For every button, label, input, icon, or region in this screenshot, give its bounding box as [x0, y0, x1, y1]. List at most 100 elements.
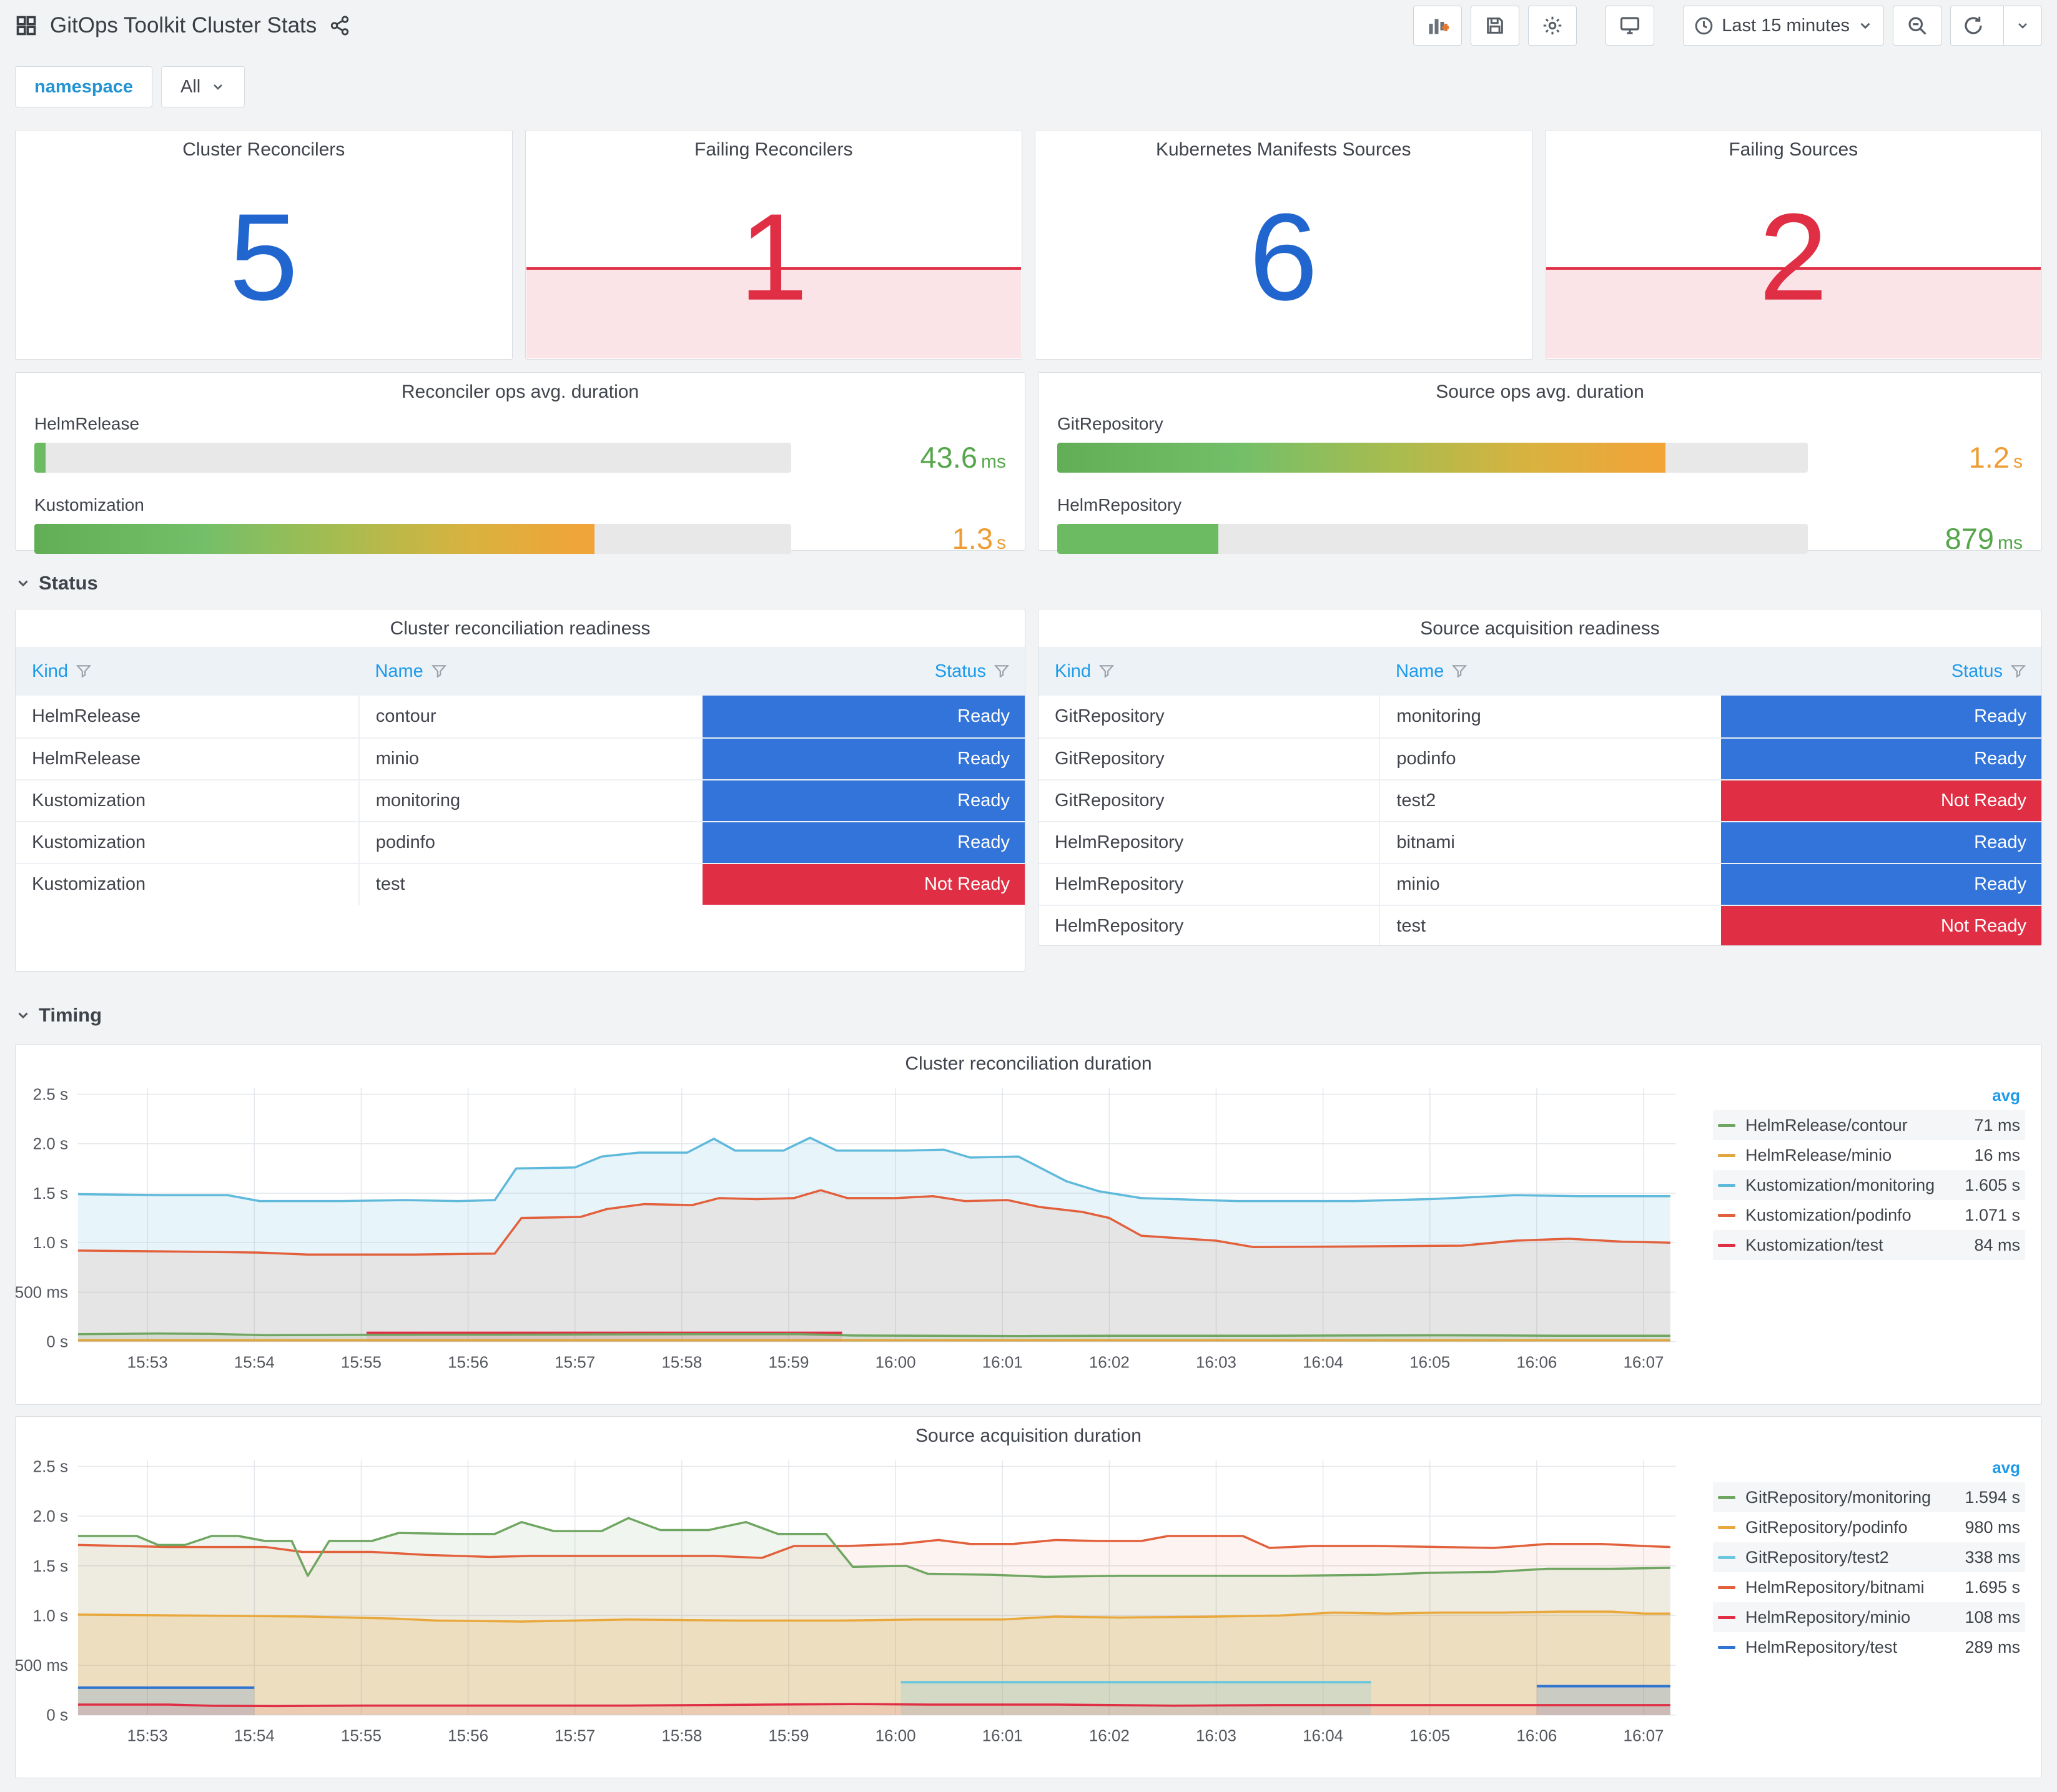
- series-avg-value: 1.071 s: [1965, 1205, 2020, 1224]
- gauge-fill: [34, 442, 46, 473]
- section-status[interactable]: Status: [15, 572, 98, 594]
- column-header-name[interactable]: Name: [1379, 647, 1720, 696]
- cell-name: monitoring: [358, 780, 701, 821]
- refresh-interval-chevron[interactable]: [2003, 6, 2041, 45]
- legend-item[interactable]: HelmRepository/test 289 ms: [1713, 1632, 2025, 1662]
- stat-panel-title: Failing Sources: [1729, 139, 1858, 160]
- cell-name: minio: [358, 739, 701, 779]
- table-row[interactable]: HelmRepository bitnami Ready: [1038, 821, 2041, 863]
- legend-avg-header[interactable]: avg: [1713, 1455, 2025, 1482]
- section-timing[interactable]: Timing: [15, 1004, 102, 1026]
- namespace-variable-value[interactable]: All: [161, 66, 245, 107]
- zoom-out-icon: [1908, 17, 1926, 35]
- monitor-icon: [1620, 17, 1640, 34]
- table-row[interactable]: HelmRepository minio Ready: [1038, 863, 2041, 905]
- table-row[interactable]: Kustomization monitoring Ready: [16, 779, 1025, 821]
- filter-funnel-icon: [1452, 665, 1468, 678]
- series-color-dash: [1718, 1615, 1735, 1619]
- time-range-label: Last 15 minutes: [1722, 15, 1850, 36]
- cell-kind: GitRepository: [1055, 706, 1165, 726]
- cell-status: Ready: [1720, 739, 2041, 779]
- dashboard-settings-button[interactable]: [1528, 6, 1577, 46]
- legend-item[interactable]: Kustomization/monitoring 1.605 s: [1713, 1170, 2025, 1200]
- legend-item[interactable]: Kustomization/podinfo 1.071 s: [1713, 1200, 2025, 1230]
- gauge-fill: [34, 523, 594, 554]
- stat-panel: Failing Reconcilers 1: [525, 130, 1022, 360]
- legend-item[interactable]: HelmRepository/minio 108 ms: [1713, 1602, 2025, 1632]
- column-header-status[interactable]: Status: [702, 647, 1025, 696]
- svg-text:15:54: 15:54: [234, 1353, 275, 1372]
- refresh-icon[interactable]: [1951, 6, 1996, 45]
- svg-text:2.0 s: 2.0 s: [33, 1135, 68, 1153]
- svg-text:15:56: 15:56: [448, 1726, 488, 1745]
- namespace-variable-label[interactable]: namespace: [15, 66, 152, 107]
- zoom-out-button[interactable]: [1893, 6, 1941, 46]
- cell-kind: Kustomization: [32, 832, 146, 852]
- stat-panel: Kubernetes Manifests Sources 6: [1035, 130, 1532, 360]
- table-row[interactable]: Kustomization test Not Ready: [16, 863, 1025, 905]
- table-row[interactable]: HelmRelease minio Ready: [16, 737, 1025, 779]
- series-avg-value: 1.695 s: [1965, 1577, 2020, 1597]
- add-panel-button[interactable]: [1413, 6, 1463, 46]
- share-icon[interactable]: [329, 15, 350, 36]
- cell-name: test2: [1379, 780, 1719, 821]
- svg-text:1.5 s: 1.5 s: [33, 1557, 68, 1575]
- cycle-view-button[interactable]: [1606, 6, 1655, 46]
- legend-item[interactable]: HelmRelease/contour 71 ms: [1713, 1110, 2025, 1140]
- timeseries-panel: 0 s 500 ms 1.0 s 1.5 s 2.0 s 2.5 s 15:53 15:54 1…: [15, 1416, 2042, 1778]
- cell-name: monitoring: [1379, 696, 1719, 737]
- svg-text:16:01: 16:01: [982, 1353, 1023, 1372]
- stat-value: 6: [1249, 187, 1318, 326]
- column-header-kind[interactable]: Kind: [16, 647, 358, 696]
- dashboard-grid-icon[interactable]: [15, 14, 37, 37]
- cell-name: test: [358, 864, 701, 905]
- stat-value: 5: [229, 187, 298, 326]
- gauge-value: 1.2 s: [1968, 441, 2023, 474]
- add-panel-icon: [1429, 19, 1449, 34]
- svg-text:16:07: 16:07: [1624, 1726, 1664, 1745]
- filter-funnel-icon: [76, 665, 92, 678]
- save-dashboard-button[interactable]: [1471, 6, 1520, 46]
- cell-status: Not Ready: [1720, 780, 2041, 821]
- cell-name: test: [1379, 906, 1719, 945]
- legend-item[interactable]: Kustomization/test 84 ms: [1713, 1230, 2025, 1260]
- table-row[interactable]: GitRepository monitoring Ready: [1038, 696, 2041, 737]
- series-color-dash: [1718, 1153, 1735, 1157]
- legend-item[interactable]: HelmRepository/bitnami 1.695 s: [1713, 1572, 2025, 1602]
- table-row[interactable]: GitRepository test2 Not Ready: [1038, 779, 2041, 821]
- svg-text:15:53: 15:53: [127, 1353, 168, 1372]
- cell-kind: Kustomization: [32, 790, 146, 810]
- series-color-dash: [1718, 1645, 1735, 1649]
- svg-text:15:55: 15:55: [341, 1353, 382, 1372]
- svg-text:16:00: 16:00: [876, 1726, 916, 1745]
- table-row[interactable]: HelmRepository test Not Ready: [1038, 905, 2041, 945]
- chart-legend: avg GitRepository/monitoring 1.594 s Git…: [1713, 1455, 2025, 1662]
- table-row[interactable]: Kustomization podinfo Ready: [16, 821, 1025, 863]
- stat-panel-title: Failing Reconcilers: [694, 139, 853, 160]
- legend-item[interactable]: GitRepository/test2 338 ms: [1713, 1542, 2025, 1572]
- table-row[interactable]: HelmRelease contour Ready: [16, 696, 1025, 737]
- table-row[interactable]: GitRepository podinfo Ready: [1038, 737, 2041, 779]
- stat-value: 1: [739, 187, 808, 326]
- gauge-value: 43.6 ms: [920, 441, 1006, 474]
- legend-item[interactable]: HelmRelease/minio 16 ms: [1713, 1140, 2025, 1170]
- legend-avg-header[interactable]: avg: [1713, 1083, 2025, 1110]
- filter-funnel-icon: [431, 665, 446, 678]
- gauge-row: HelmRepository 879 ms: [1057, 495, 2023, 556]
- column-header-kind[interactable]: Kind: [1038, 647, 1379, 696]
- chevron-down-icon: [18, 1012, 28, 1019]
- series-color-dash: [1718, 1123, 1735, 1127]
- cell-name: contour: [358, 696, 701, 737]
- column-header-name[interactable]: Name: [358, 647, 701, 696]
- legend-item[interactable]: GitRepository/podinfo 980 ms: [1713, 1512, 2025, 1542]
- cell-kind: Kustomization: [32, 874, 146, 894]
- chart-panel-title: Cluster reconciliation duration: [905, 1053, 1152, 1074]
- svg-text:15:59: 15:59: [768, 1726, 809, 1745]
- column-header-status[interactable]: Status: [1720, 647, 2041, 696]
- gauge-row: HelmRelease 43.6 ms: [34, 414, 1006, 475]
- time-picker-button[interactable]: Last 15 minutes: [1683, 6, 1884, 46]
- chevron-down-icon: [214, 84, 223, 90]
- series-avg-value: 84 ms: [1974, 1235, 2020, 1254]
- legend-item[interactable]: GitRepository/monitoring 1.594 s: [1713, 1482, 2025, 1512]
- refresh-button[interactable]: [1950, 6, 2042, 46]
